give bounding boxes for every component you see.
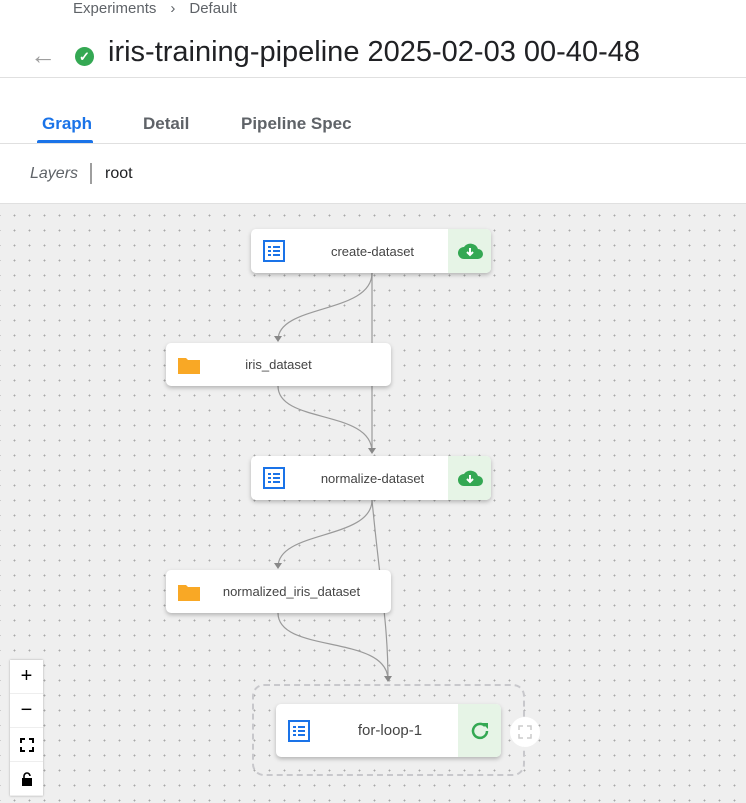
node-label: create-dataset <box>330 243 415 259</box>
zoom-out-button[interactable]: − <box>10 694 43 728</box>
node-normalized-iris-dataset[interactable]: normalized_iris_dataset <box>166 570 391 613</box>
tab-bar: Graph Detail Pipeline Spec <box>0 78 746 144</box>
folder-icon <box>166 582 212 602</box>
cloud-download-icon <box>448 456 491 500</box>
tab-pipeline-spec[interactable]: Pipeline Spec <box>241 114 352 134</box>
fit-view-button[interactable] <box>10 728 43 762</box>
back-arrow-icon[interactable]: ← <box>30 42 56 68</box>
edge <box>277 385 373 453</box>
execution-list-icon <box>251 240 297 262</box>
expand-subdag-icon[interactable] <box>510 717 540 747</box>
layers-label: Layers <box>30 165 79 182</box>
execution-list-icon <box>276 719 322 742</box>
cloud-download-icon <box>448 229 491 273</box>
node-label: normalized_iris_dataset <box>222 584 361 599</box>
node-label: for-loop-1 <box>357 722 423 739</box>
page-title: iris-training-pipeline 2025-02-03 00-40-… <box>108 36 640 68</box>
zoom-in-button[interactable]: + <box>10 660 43 694</box>
tab-detail[interactable]: Detail <box>143 114 189 134</box>
node-label: iris_dataset <box>245 357 312 372</box>
active-tab-indicator <box>37 140 93 143</box>
zoom-controls: + − <box>10 660 43 796</box>
edge <box>277 499 373 568</box>
fit-view-icon <box>19 737 34 752</box>
execution-list-icon <box>251 467 297 489</box>
node-iris-dataset[interactable]: iris_dataset <box>166 343 391 386</box>
tab-graph[interactable]: Graph <box>42 114 92 134</box>
divider <box>90 163 92 184</box>
layer-root[interactable]: root <box>105 165 133 183</box>
graph-canvas[interactable]: create-dataset iris_dataset normalize-da… <box>0 204 746 803</box>
edge <box>277 612 389 681</box>
node-for-loop-1[interactable]: for-loop-1 <box>276 704 501 757</box>
node-normalize-dataset[interactable]: normalize-dataset <box>251 456 491 500</box>
node-label: normalize-dataset <box>320 470 425 486</box>
lock-button[interactable] <box>10 762 43 796</box>
refresh-icon <box>458 704 501 757</box>
layers-breadcrumb: Layers root <box>0 144 746 204</box>
lock-icon <box>21 771 32 786</box>
success-check-icon: ✓ <box>75 47 94 66</box>
breadcrumb: Experiments › Default <box>73 0 237 17</box>
chevron-right-icon: › <box>170 0 176 17</box>
breadcrumb-experiments[interactable]: Experiments <box>73 0 156 17</box>
node-create-dataset[interactable]: create-dataset <box>251 229 491 273</box>
edge <box>277 272 373 341</box>
folder-icon <box>166 355 212 375</box>
page-header: Experiments › Default ← ✓ iris-training-… <box>0 0 746 78</box>
breadcrumb-default[interactable]: Default <box>189 0 237 17</box>
